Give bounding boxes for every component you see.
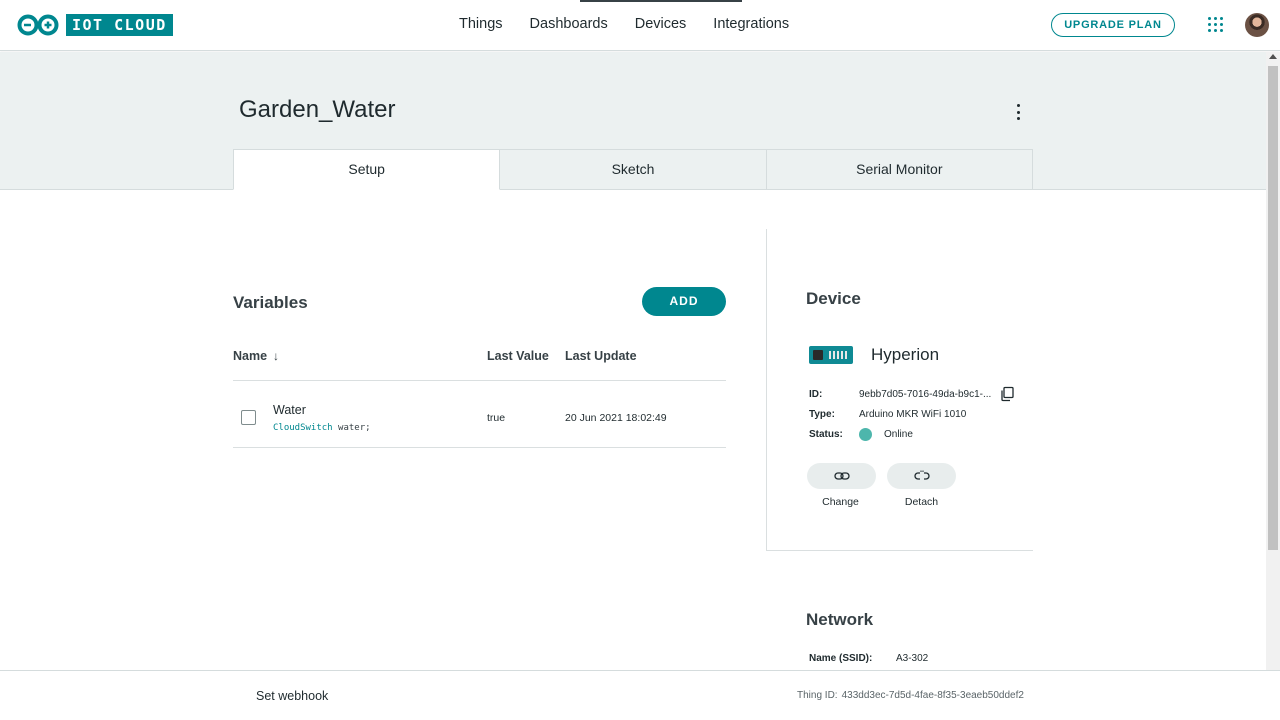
link-icon: [833, 472, 850, 480]
vertical-scrollbar[interactable]: [1266, 52, 1280, 670]
change-device-label[interactable]: Change: [806, 496, 875, 508]
variable-type: CloudSwitch: [273, 423, 333, 433]
column-header-name-label: Name: [233, 349, 268, 363]
add-variable-button[interactable]: ADD: [642, 287, 726, 316]
top-navigation-bar: IOT CLOUD Things Dashboards Devices Inte…: [0, 0, 1280, 51]
variables-heading: Variables: [233, 293, 308, 312]
variable-name[interactable]: Water: [273, 403, 306, 417]
device-type-value: Arduino MKR WiFi 1010: [859, 409, 967, 420]
column-header-last-value: Last Value: [487, 349, 549, 363]
device-type-label: Type:: [809, 409, 835, 420]
section-divider: [766, 550, 1033, 551]
thing-id-label: Thing ID:: [797, 690, 838, 701]
table-header-divider: [233, 380, 726, 381]
board-icon: [809, 346, 853, 364]
table-row-divider: [233, 447, 726, 448]
nav-link-things[interactable]: Things: [459, 16, 503, 32]
nav-link-devices[interactable]: Devices: [635, 16, 687, 32]
sort-arrow-down-icon[interactable]: ↓: [273, 349, 279, 363]
device-name: Hyperion: [871, 345, 940, 364]
tab-sketch[interactable]: Sketch: [500, 149, 767, 190]
nav-active-indicator: [580, 0, 742, 2]
nav-link-dashboards[interactable]: Dashboards: [530, 16, 608, 32]
variable-last-value: true: [487, 412, 506, 424]
apps-grid-icon[interactable]: [1208, 17, 1224, 33]
device-heading: Device: [806, 289, 861, 308]
arduino-infinity-icon: [16, 14, 62, 36]
logo-text: IOT CLOUD: [66, 14, 173, 36]
change-device-button[interactable]: [807, 463, 876, 489]
variable-declaration: CloudSwitch water;: [273, 423, 371, 433]
status-online-dot-icon: [859, 428, 872, 441]
detach-device-button[interactable]: [887, 463, 956, 489]
device-status-label: Status:: [809, 429, 843, 440]
set-webhook-link[interactable]: Set webhook: [256, 689, 328, 703]
network-ssid-label: Name (SSID):: [809, 653, 873, 664]
device-id-value: 9ebb7d05-7016-49da-b9c1-...: [859, 389, 992, 400]
main-nav: Things Dashboards Devices Integrations: [459, 16, 816, 32]
thing-id-value: 433dd3ec-7d5d-4fae-8f35-3eaeb50ddef2: [841, 690, 1024, 701]
nav-link-integrations[interactable]: Integrations: [713, 16, 789, 32]
footer-bar: Set webhook Thing ID: 433dd3ec-7d5d-4fae-…: [0, 670, 1280, 720]
user-avatar[interactable]: [1245, 13, 1269, 37]
scroll-up-arrow-icon[interactable]: [1269, 54, 1277, 59]
page-title: Garden_Water: [239, 96, 396, 123]
scroll-thumb[interactable]: [1268, 66, 1278, 550]
row-checkbox[interactable]: [241, 410, 256, 425]
more-options-icon[interactable]: [1012, 104, 1024, 120]
detach-device-label[interactable]: Detach: [887, 496, 956, 508]
upgrade-plan-button[interactable]: UPGRADE PLAN: [1051, 13, 1175, 37]
variable-last-update: 20 Jun 2021 18:02:49: [565, 412, 667, 424]
device-status-value: Online: [884, 429, 913, 440]
network-heading: Network: [806, 610, 874, 629]
copy-icon[interactable]: [999, 386, 1015, 402]
thing-id: Thing ID: 433dd3ec-7d5d-4fae-8f35-3eaeb50…: [797, 690, 1024, 701]
thing-tabs: Setup Sketch Serial Monitor: [233, 149, 1033, 190]
panel-divider: [766, 229, 767, 551]
tab-setup[interactable]: Setup: [233, 149, 501, 190]
column-header-last-update: Last Update: [565, 349, 637, 363]
unlink-icon: [913, 470, 930, 480]
device-id-label: ID:: [809, 389, 823, 400]
variable-identifier: water;: [338, 423, 371, 433]
tab-serial-monitor[interactable]: Serial Monitor: [766, 149, 1033, 190]
arduino-iot-cloud-logo[interactable]: IOT CLOUD: [16, 14, 173, 36]
network-ssid-value: A3-302: [896, 653, 929, 664]
column-header-name[interactable]: Name ↓: [233, 349, 279, 363]
